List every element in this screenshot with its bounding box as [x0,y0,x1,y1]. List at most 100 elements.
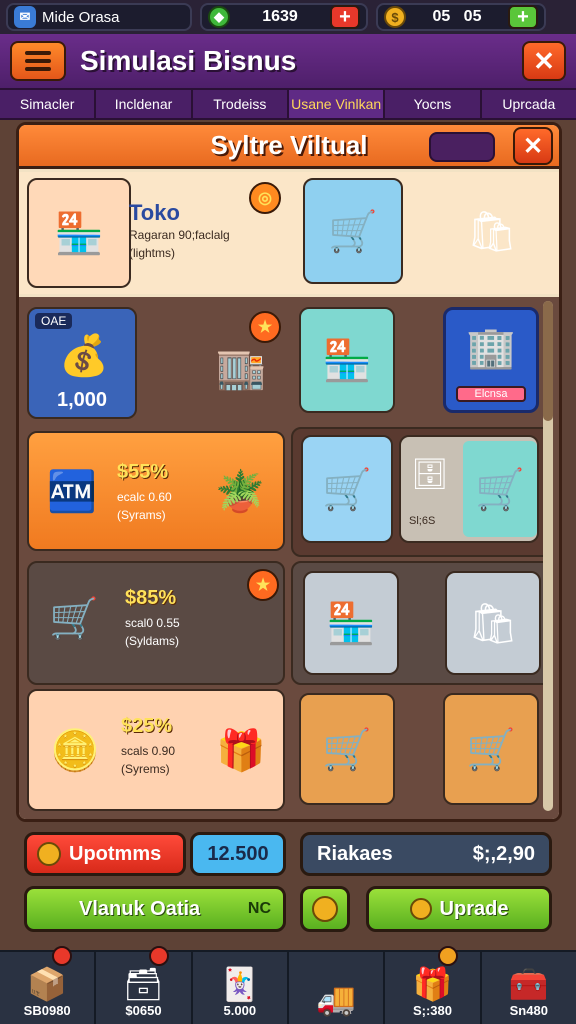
dock-item-5[interactable]: 🎁 S;:380 [385,946,482,1024]
deal-card-3[interactable]: 🪙 $25% scals 0.90 (Syrems) 🎁 [27,689,285,811]
gems-value: 1639 [262,8,298,25]
upgrades-value: 12.500 [190,832,286,876]
close-button[interactable]: ✕ [522,41,566,81]
tab-uprcada[interactable]: Uprcada [482,90,576,118]
scrollbar-thumb[interactable] [543,301,553,421]
coins-value: 05 05 [432,8,482,25]
dock-label-6: Sn480 [509,1003,548,1018]
add-gems-button[interactable]: + [330,5,360,29]
cart-card-orange-2[interactable]: 🛒 [443,693,539,805]
deal-card-1[interactable]: 🏧 $55% ecalc 0.60 (Syrams) 🪴 [27,431,285,551]
notification-badge [148,946,169,966]
cart-card-pink[interactable]: 🛍 [445,571,541,675]
gift-icon: 🎁 [412,966,453,1002]
warehouse-icon: 🏢 [466,325,516,370]
deal-card-2[interactable]: 🛒 $85% scal0 0.55 (Syldams) ★ [27,561,285,685]
orange-cart-icon: 🛒 [466,727,516,772]
small-store-icon[interactable]: 🏬 [201,331,281,405]
dock-label-3: 5.000 [223,1003,257,1018]
coin-badge-icon[interactable]: ◎ [249,182,281,214]
panel-slot [429,132,495,162]
crate-store-label: Elcnsa [456,386,526,402]
menu-button[interactable] [10,41,66,81]
upgrade-label: Uprade [439,897,509,920]
dock-item-6[interactable]: 🧰 Sn480 [482,952,576,1024]
coins-counter: $ 05 05 + [376,3,546,31]
deal2-line1: scal0 0.55 [125,616,180,630]
coin-icon [409,898,432,920]
deal1-line2: (Syrams) [117,508,166,522]
shop-building-icon: 🏪 [54,211,104,256]
box-icon: 🗃 [123,966,164,1002]
tab-incldenar[interactable]: Incldenar [96,90,193,118]
items-grid: OAE 💰 1,000 ★ 🏬 🏪 🏢 Elcnsa 🏧 $55% ecalc … [19,297,559,819]
rikaes-value: $;,2,90 [472,842,535,865]
gems-counter: ◆ 1639 + [200,3,368,31]
tab-usane-vinlkan[interactable]: Usane Vinlkan [288,90,386,118]
coin-icon: $ [384,6,406,28]
dock-item-3[interactable]: 🃏 5.000 [193,952,289,1024]
toko-card[interactable]: 🏪 [27,178,131,288]
panel-close-button[interactable]: ✕ [513,127,553,165]
rikaes-display: Riakaes $;,2,90 [300,832,552,876]
cash-register-icon: 🏧 [47,469,97,514]
coin-stack-icon: 🪙 [50,728,100,773]
bottom-dock: 📦 SB0980 🗃 $0650 🃏 5.000 🚚 🎁 S;:380 🧰 Sn… [0,946,576,1024]
tab-trodeiss[interactable]: Trodeiss [193,90,289,118]
tab-simacler[interactable]: Simacler [0,90,97,118]
plant-crate-icon: 🪴 [215,469,265,514]
shopping-cart-icon: 🛒 [49,596,99,641]
bank-value: 1,000 [56,389,108,411]
left-green-label: Vlanuk Oatia [79,897,201,920]
left-green-button[interactable]: Vlanuk Oatia NC [24,886,286,932]
deal3-line2: (Syrems) [121,762,170,776]
toko-line2: (lightms) [129,246,176,260]
toko-name: Toko [129,200,180,225]
market-stall-icon: 🏪 [322,338,372,383]
deal1-percent: $55% [117,461,169,483]
orange-cart-icon: 🛒 [322,727,372,772]
deal2-percent: $85% [125,587,177,609]
cart-card-orange-1[interactable]: 🛒 [299,693,395,805]
cart-card-blue[interactable]: 🛒 [303,178,403,284]
header-bar: Simulasi Bisnus ✕ [0,34,576,88]
profile-name: Mide Orasa [42,8,120,26]
crate-store-card[interactable]: 🏢 Elcnsa [443,307,539,413]
dock-item-1[interactable]: 📦 SB0980 [0,946,97,1024]
mini-store-card[interactable]: 🏪 [303,571,399,675]
notification-badge [437,946,458,966]
tab-bar: Simacler Incldenar Trodeiss Usane Vinlka… [0,88,576,120]
swap-button[interactable] [300,886,350,932]
status-bar: ✉ Mide Orasa ◆ 1639 + $ 05 05 + [0,0,576,34]
coin-stack-icon: 💰 [59,333,109,378]
add-coins-button[interactable]: + [508,5,538,29]
upgrades-label: Upotmms [69,842,162,865]
tab-yocns[interactable]: Yocns [385,90,482,118]
shopping-cart-icon: 🛒 [328,209,378,254]
cart-card-small[interactable]: 🗄 Sl;6S 🛒 [399,435,539,543]
cart-small-label: Sl;6S [409,515,436,527]
cart-card-light[interactable]: 🛒 [301,435,393,543]
coin-icon [37,842,61,866]
dock-item-4[interactable]: 🚚 [289,952,386,1024]
left-green-tag: NC [247,900,271,917]
coin-swap-icon [312,896,338,922]
cards-icon: 🃏 [219,966,260,1002]
rikaes-label: Riakaes [317,842,393,865]
panel-title: Syltre Viltual [210,130,368,160]
trolley-stand-icon[interactable]: 🛍 [449,186,535,276]
star-badge-icon: ★ [247,569,279,601]
cart-group: 🛒 🗄 Sl;6S 🛒 [291,427,553,557]
bank-card[interactable]: OAE 💰 1,000 [27,307,137,419]
upgrade-button[interactable]: Uprade [366,886,552,932]
profile-icon: ✉ [14,6,36,28]
crate-icon: 📦 [27,966,68,1002]
truck-icon: 🚚 [316,981,357,1017]
upgrades-button[interactable]: Upotmms [24,832,186,876]
deal1-line1: ecalc 0.60 [117,490,172,504]
dock-item-2[interactable]: 🗃 $0650 [96,946,193,1024]
market-stall-card[interactable]: 🏪 [299,307,395,413]
chest-icon: 🧰 [508,966,549,1002]
profile-pill[interactable]: ✉ Mide Orasa [6,3,192,31]
close-icon: ✕ [522,132,544,160]
